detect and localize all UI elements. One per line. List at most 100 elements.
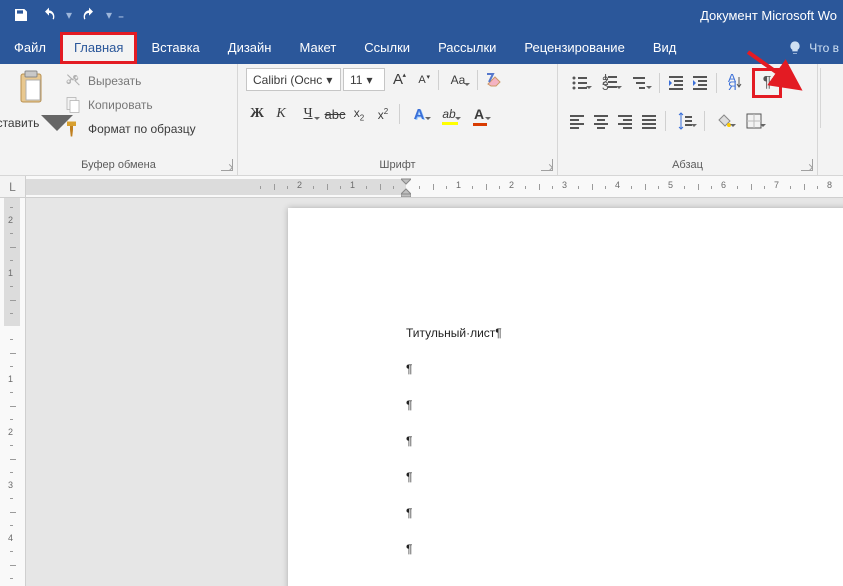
page-canvas[interactable]: Титульный·лист¶ ¶ ¶ ¶ ¶ ¶ ¶ (26, 198, 843, 586)
chevron-down-icon (455, 116, 461, 122)
ribbon: Вставить Вырезать Копировать Формат по о… (0, 64, 843, 176)
show-hide-button[interactable]: ¶ (757, 73, 777, 93)
paste-button[interactable]: Вставить (8, 68, 54, 140)
chevron-down-icon (485, 116, 491, 122)
group-clipboard: Вставить Вырезать Копировать Формат по о… (0, 64, 238, 175)
sort-button[interactable]: AЯ (722, 72, 750, 94)
clipboard-launcher[interactable] (221, 159, 233, 171)
line-spacing-button[interactable] (671, 110, 699, 132)
group-label-clipboard: Буфер обмена (8, 155, 229, 175)
tab-insert[interactable]: Вставка (137, 32, 213, 64)
chevron-down-icon (464, 82, 470, 88)
increase-indent-button[interactable] (689, 72, 711, 94)
qat-separator: ▾ (64, 8, 74, 22)
copy-button[interactable]: Копировать (60, 94, 200, 116)
eraser-icon (485, 71, 503, 89)
chevron-down-icon (314, 116, 320, 122)
undo-icon (41, 7, 57, 23)
align-center-icon (592, 112, 610, 130)
text-effects-button[interactable]: A (405, 103, 433, 125)
divider (716, 73, 717, 93)
pilcrow-mark: ¶ (406, 434, 412, 448)
tell-me[interactable]: Что в (781, 40, 843, 64)
paste-label: Вставить (0, 116, 39, 130)
chevron-down-icon: ▾ (366, 73, 372, 87)
horizontal-ruler[interactable]: 21123456789 (26, 176, 843, 198)
redo-icon (81, 7, 97, 23)
bold-button[interactable]: Ж (246, 103, 268, 125)
change-case-button[interactable]: Aa (444, 69, 472, 91)
borders-button[interactable] (740, 110, 768, 132)
vertical-ruler[interactable]: 211234 (0, 198, 26, 586)
format-painter-button[interactable]: Формат по образцу (60, 118, 200, 140)
tab-references[interactable]: Ссылки (350, 32, 424, 64)
justify-icon (640, 112, 658, 130)
numbering-button[interactable]: 123 (596, 72, 624, 94)
cut-button[interactable]: Вырезать (60, 70, 200, 92)
page-content[interactable]: Титульный·лист¶ ¶ ¶ ¶ ¶ ¶ ¶ (288, 208, 843, 578)
tab-view[interactable]: Вид (639, 32, 691, 64)
italic-button[interactable]: К (270, 103, 292, 125)
strikethrough-button[interactable]: abc (324, 103, 346, 125)
group-font: Calibri (Оснс▾ 11▾ A▴ A▾ Aa Ж К Ч abc x2… (238, 64, 558, 175)
divider (399, 104, 400, 124)
subscript-button[interactable]: x2 (348, 103, 370, 125)
pilcrow-mark: ¶ (406, 362, 412, 376)
document-area: L 21123456789 211234 Титульный·лист¶ ¶ ¶… (0, 176, 843, 586)
outdent-icon (667, 74, 685, 92)
align-center-button[interactable] (590, 110, 612, 132)
paste-icon (15, 70, 47, 104)
tab-layout[interactable]: Макет (285, 32, 350, 64)
brush-icon (64, 120, 82, 138)
bullets-button[interactable] (566, 72, 594, 94)
font-color-button[interactable]: A (465, 103, 493, 125)
superscript-button[interactable]: x2 (372, 103, 394, 125)
font-size-dropdown[interactable]: 11▾ (343, 68, 385, 91)
multilevel-list-button[interactable] (626, 72, 654, 94)
tab-review[interactable]: Рецензирование (510, 32, 638, 64)
group-styles-partial (818, 64, 836, 175)
pilcrow-mark: ¶ (406, 470, 412, 484)
align-right-icon (616, 112, 634, 130)
save-button[interactable] (8, 2, 34, 28)
underline-button[interactable]: Ч (294, 103, 322, 125)
align-right-button[interactable] (614, 110, 636, 132)
grow-font-icon: A (393, 71, 403, 88)
group-label-paragraph: Абзац (566, 155, 809, 175)
tab-design[interactable]: Дизайн (214, 32, 286, 64)
qat-customize[interactable]: ₌ (116, 8, 126, 22)
svg-text:3: 3 (602, 79, 609, 92)
shrink-font-icon: A (418, 74, 425, 86)
ruler-corner[interactable]: L (0, 176, 26, 198)
shading-button[interactable] (710, 110, 738, 132)
align-left-button[interactable] (566, 110, 588, 132)
paragraph-launcher[interactable] (801, 159, 813, 171)
chevron-down-icon (691, 123, 697, 129)
font-name-dropdown[interactable]: Calibri (Оснс▾ (246, 68, 341, 91)
clear-formatting-button[interactable] (483, 69, 505, 91)
decrease-indent-button[interactable] (665, 72, 687, 94)
tab-home[interactable]: Главная (60, 32, 137, 64)
shrink-font-button[interactable]: A▾ (411, 69, 433, 91)
pilcrow-mark: ¶ (406, 398, 412, 412)
divider (659, 73, 660, 93)
superscript-icon: x2 (378, 107, 388, 122)
copy-label: Копировать (88, 98, 153, 112)
svg-text:Я: Я (728, 79, 737, 92)
text-effects-icon: A (414, 106, 425, 123)
pilcrow-icon: ¶ (763, 74, 772, 92)
undo-button[interactable] (36, 2, 62, 28)
highlight-button[interactable]: ab (435, 103, 463, 125)
justify-button[interactable] (638, 110, 660, 132)
font-launcher[interactable] (541, 159, 553, 171)
redo-button[interactable] (76, 2, 102, 28)
chevron-down-icon (730, 123, 736, 129)
underline-icon: Ч (303, 106, 312, 122)
sort-icon: AЯ (727, 74, 745, 92)
tab-mailings[interactable]: Рассылки (424, 32, 510, 64)
chevron-down-icon (586, 85, 592, 91)
format-painter-label: Формат по образцу (88, 122, 196, 136)
grow-font-button[interactable]: A▴ (387, 69, 409, 91)
chevron-down-icon: ▾ (326, 73, 332, 87)
tab-file[interactable]: Файл (0, 32, 60, 64)
